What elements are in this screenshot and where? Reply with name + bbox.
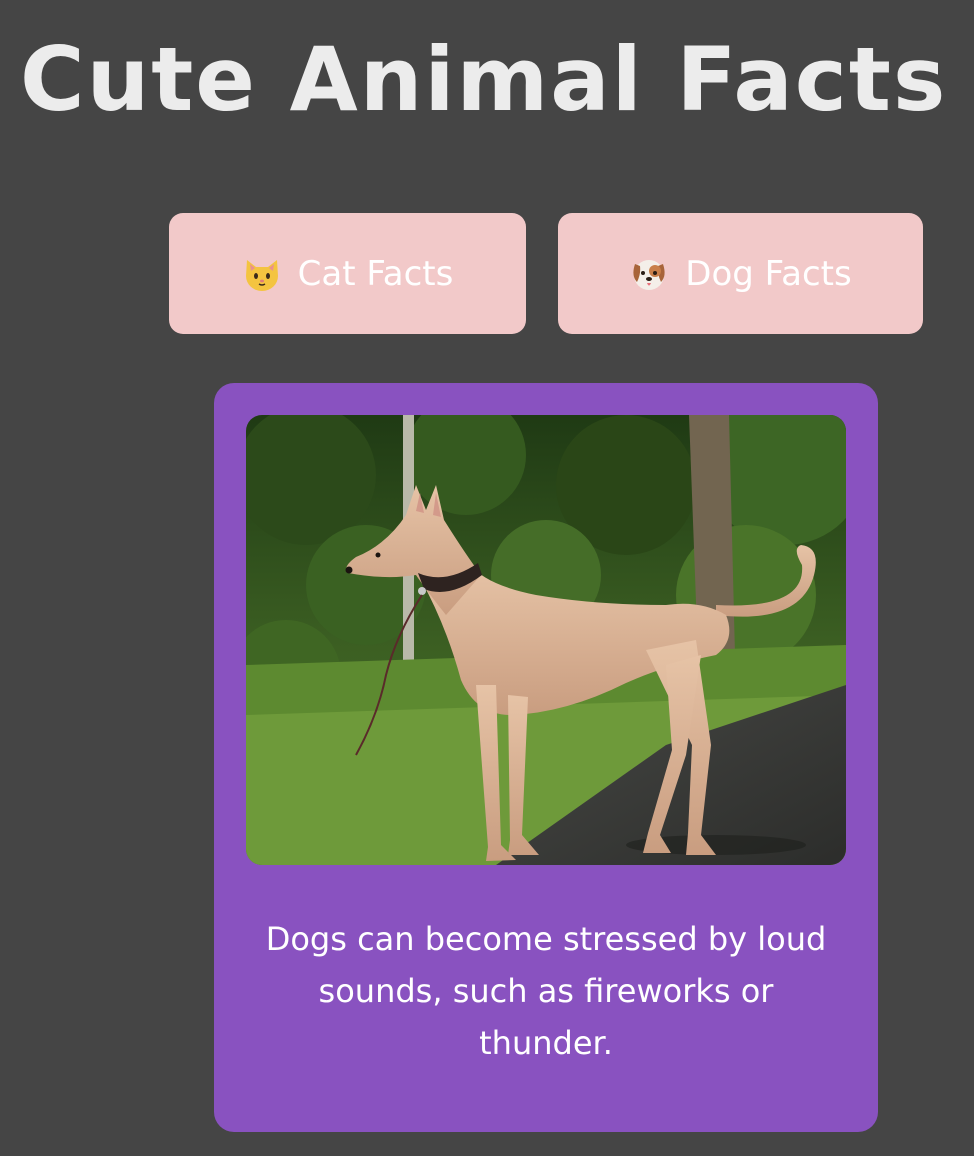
fact-text: Dogs can become stressed by loud sounds,… xyxy=(265,920,827,1062)
cat-facts-button[interactable]: Cat Facts xyxy=(169,213,526,334)
dog-photo xyxy=(246,415,846,865)
page-title: Cute Animal Facts xyxy=(20,28,948,131)
cat-face-icon xyxy=(242,254,282,294)
dog-facts-button[interactable]: Dog Facts xyxy=(558,213,923,334)
cat-facts-label: Cat Facts xyxy=(297,253,454,294)
dog-face-icon xyxy=(629,254,669,294)
fact-card: Dogs can become stressed by loud sounds,… xyxy=(214,383,878,1132)
dog-facts-label: Dog Facts xyxy=(685,253,852,294)
